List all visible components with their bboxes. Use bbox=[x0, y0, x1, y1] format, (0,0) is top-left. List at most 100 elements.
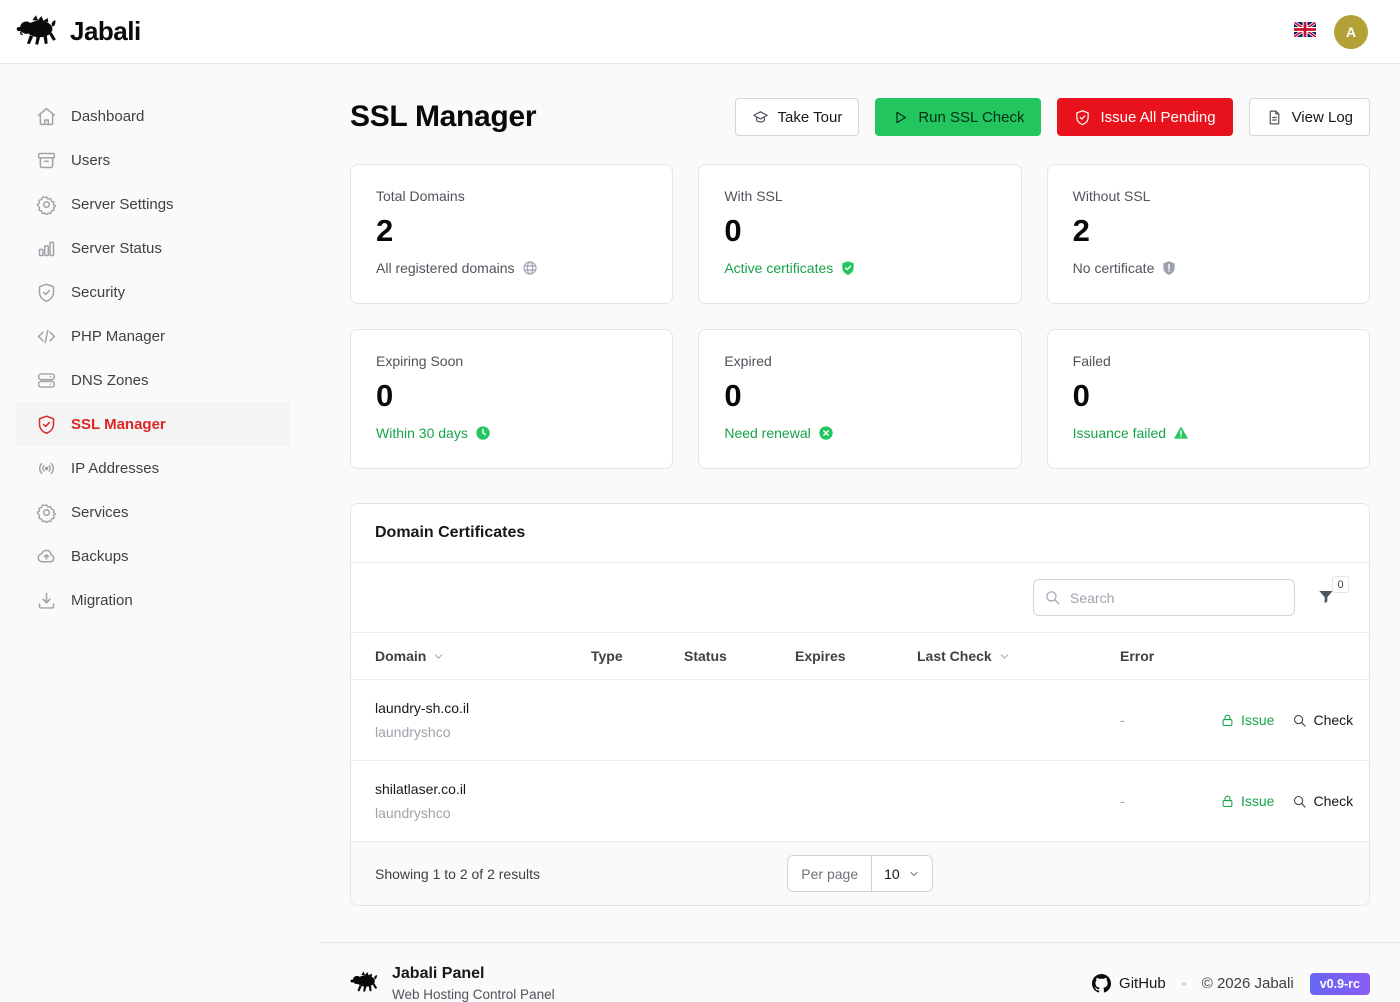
github-icon bbox=[1092, 974, 1111, 993]
sidebar-item-label: SSL Manager bbox=[71, 416, 166, 433]
shield-check-icon bbox=[1074, 109, 1091, 126]
user-avatar[interactable]: A bbox=[1334, 15, 1368, 49]
gear-icon bbox=[36, 194, 57, 215]
stat-card-without-ssl: Without SSL 2 No certificate bbox=[1047, 164, 1370, 304]
search-box bbox=[1033, 579, 1295, 616]
footer-tagline: Web Hosting Control Panel bbox=[392, 987, 555, 1002]
column-header-status: Status bbox=[684, 648, 795, 664]
language-flag-icon[interactable] bbox=[1294, 22, 1316, 42]
chevron-down-icon bbox=[908, 868, 920, 880]
sidebar-item-php-manager[interactable]: PHP Manager bbox=[16, 314, 290, 358]
sidebar-item-ssl-manager[interactable]: SSL Manager bbox=[16, 402, 290, 446]
sidebar-item-security[interactable]: Security bbox=[16, 270, 290, 314]
sidebar-item-label: Security bbox=[71, 284, 125, 301]
sidebar-item-label: Server Status bbox=[71, 240, 162, 257]
brand-name: Jabali bbox=[70, 16, 141, 47]
sidebar-item-label: Backups bbox=[71, 548, 129, 565]
download-icon bbox=[36, 590, 57, 611]
column-header-last-check[interactable]: Last Check bbox=[917, 648, 1120, 664]
issue-all-pending-button[interactable]: Issue All Pending bbox=[1057, 98, 1232, 136]
stat-value: 0 bbox=[376, 378, 647, 414]
version-badge: v0.9-rc bbox=[1310, 973, 1370, 995]
top-bar: Jabali A bbox=[0, 0, 1400, 64]
filter-button[interactable]: 0 bbox=[1315, 582, 1345, 613]
table-row: laundry-sh.co.il laundryshco - Issue Che… bbox=[351, 680, 1369, 761]
stat-card-failed: Failed 0 Issuance failed bbox=[1047, 329, 1370, 469]
play-icon bbox=[892, 109, 909, 126]
view-log-button[interactable]: View Log bbox=[1249, 98, 1370, 136]
table-toolbar: 0 bbox=[351, 563, 1369, 633]
chevron-down-icon bbox=[432, 650, 445, 663]
search-icon bbox=[1044, 589, 1061, 606]
sidebar-item-server-settings[interactable]: Server Settings bbox=[16, 182, 290, 226]
run-ssl-check-button[interactable]: Run SSL Check bbox=[875, 98, 1041, 136]
domain-owner: laundryshco bbox=[375, 724, 591, 740]
sidebar-item-dashboard[interactable]: Dashboard bbox=[16, 94, 290, 138]
stat-card-expiring-soon: Expiring Soon 0 Within 30 days bbox=[350, 329, 673, 469]
github-link[interactable]: GitHub bbox=[1092, 974, 1166, 993]
graduation-cap-icon bbox=[752, 109, 769, 126]
stat-subtitle: Active certificates bbox=[724, 260, 833, 276]
issue-action[interactable]: Issue bbox=[1220, 793, 1274, 809]
sidebar-item-label: PHP Manager bbox=[71, 328, 165, 345]
check-action[interactable]: Check bbox=[1292, 793, 1353, 809]
sidebar-item-server-status[interactable]: Server Status bbox=[16, 226, 290, 270]
column-header-domain[interactable]: Domain bbox=[375, 648, 591, 664]
per-page-select[interactable]: 10 bbox=[871, 856, 932, 891]
stat-label: Expired bbox=[724, 353, 995, 369]
stat-card-total-domains: Total Domains 2 All registered domains bbox=[350, 164, 673, 304]
search-input[interactable] bbox=[1033, 579, 1295, 616]
stat-value: 2 bbox=[1073, 213, 1344, 249]
sidebar: Dashboard Users Server Settings Server S… bbox=[0, 64, 320, 1002]
issue-all-pending-label: Issue All Pending bbox=[1100, 109, 1215, 126]
shield-check-icon bbox=[36, 414, 57, 435]
stat-card-expired: Expired 0 Need renewal bbox=[698, 329, 1021, 469]
stat-value: 0 bbox=[1073, 378, 1344, 414]
stat-label: Failed bbox=[1073, 353, 1344, 369]
clock-icon bbox=[475, 425, 491, 441]
results-summary: Showing 1 to 2 of 2 results bbox=[375, 866, 787, 882]
main-content: SSL Manager Take Tour Run SSL Check Issu… bbox=[320, 64, 1400, 1002]
sidebar-item-label: Server Settings bbox=[71, 196, 174, 213]
cell-error: - bbox=[1120, 712, 1220, 728]
archive-box-icon bbox=[36, 150, 57, 171]
column-header-expires: Expires bbox=[795, 648, 917, 664]
take-tour-button[interactable]: Take Tour bbox=[735, 98, 860, 136]
shield-alert-icon bbox=[1161, 260, 1177, 276]
sidebar-item-dns-zones[interactable]: DNS Zones bbox=[16, 358, 290, 402]
stat-value: 0 bbox=[724, 378, 995, 414]
per-page-label: Per page bbox=[788, 856, 871, 891]
table-row: shilatlaser.co.il laundryshco - Issue Ch… bbox=[351, 761, 1369, 842]
sidebar-item-backups[interactable]: Backups bbox=[16, 534, 290, 578]
brand[interactable]: Jabali bbox=[16, 13, 141, 50]
sidebar-item-label: Services bbox=[71, 504, 129, 521]
sidebar-item-migration[interactable]: Migration bbox=[16, 578, 290, 622]
check-action[interactable]: Check bbox=[1292, 712, 1353, 728]
table-title: Domain Certificates bbox=[351, 504, 1369, 563]
run-ssl-check-label: Run SSL Check bbox=[918, 109, 1024, 126]
shield-check-icon bbox=[840, 260, 856, 276]
stat-label: Expiring Soon bbox=[376, 353, 647, 369]
sidebar-item-users[interactable]: Users bbox=[16, 138, 290, 182]
x-circle-icon bbox=[818, 425, 834, 441]
table-header-row: Domain Type Status Expires Last Check Er… bbox=[351, 633, 1369, 680]
stat-subtitle: Issuance failed bbox=[1073, 425, 1166, 441]
sidebar-item-services[interactable]: Services bbox=[16, 490, 290, 534]
cloud-upload-icon bbox=[36, 546, 57, 567]
cell-error: - bbox=[1120, 793, 1220, 809]
stat-card-with-ssl: With SSL 0 Active certificates bbox=[698, 164, 1021, 304]
filter-count-badge: 0 bbox=[1332, 576, 1349, 593]
globe-icon bbox=[522, 260, 538, 276]
stat-subtitle: Need renewal bbox=[724, 425, 810, 441]
code-icon bbox=[36, 326, 57, 347]
stat-value: 2 bbox=[376, 213, 647, 249]
shield-check-icon bbox=[36, 282, 57, 303]
sidebar-item-ip-addresses[interactable]: IP Addresses bbox=[16, 446, 290, 490]
domain-name: laundry-sh.co.il bbox=[375, 700, 591, 716]
page-footer: Jabali Panel Web Hosting Control Panel G… bbox=[320, 942, 1400, 1002]
stat-subtitle: All registered domains bbox=[376, 260, 515, 276]
stat-subtitle: Within 30 days bbox=[376, 425, 468, 441]
home-icon bbox=[36, 106, 57, 127]
issue-action[interactable]: Issue bbox=[1220, 712, 1274, 728]
column-header-type: Type bbox=[591, 648, 684, 664]
